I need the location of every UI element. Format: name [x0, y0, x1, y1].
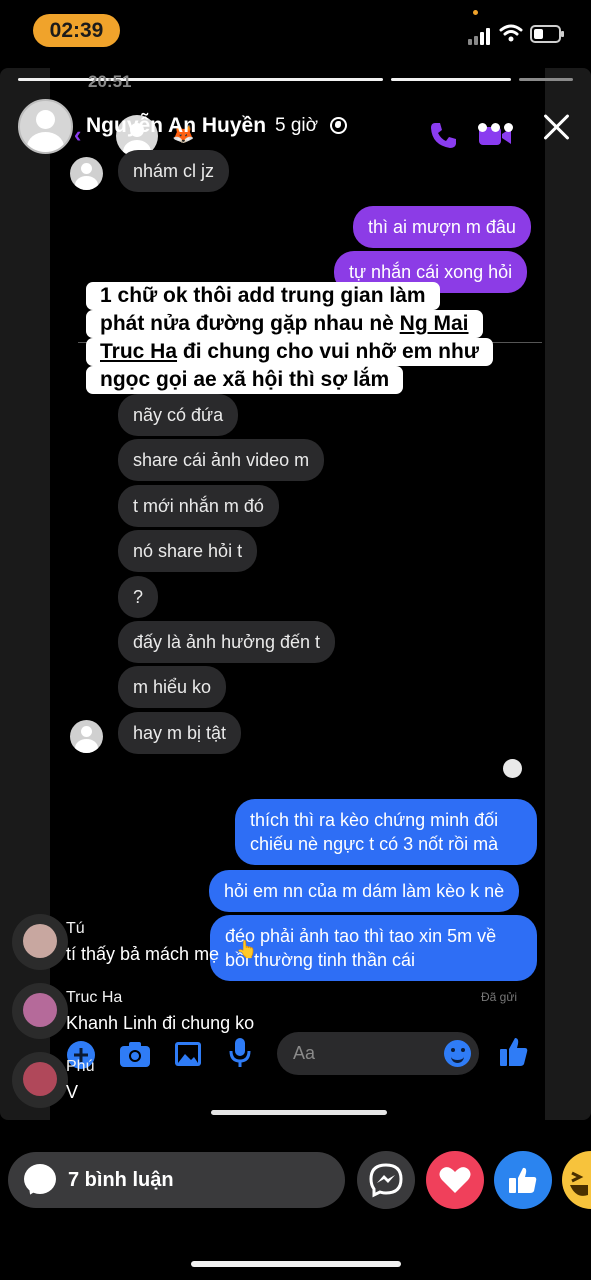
close-icon[interactable]: [541, 112, 571, 142]
sent-message: hỏi em nn của m dám làm kèo k nè: [209, 870, 520, 912]
received-message: ?: [118, 576, 159, 618]
heart-icon: [439, 1167, 471, 1193]
caption-line: ngọc gọi ae xã hội thì sợ lắm: [86, 366, 404, 394]
comment-bubble-icon: [24, 1164, 56, 1194]
comment-text: V: [66, 1082, 79, 1102]
messenger-share-button[interactable]: [357, 1151, 415, 1209]
story-progress-segment: [18, 78, 383, 81]
smiley-icon: [444, 1040, 471, 1067]
received-message: hay m bị tật: [118, 712, 242, 754]
comment-text: Khanh Linh đi chung ko: [66, 1013, 255, 1033]
commenter-avatar[interactable]: [12, 983, 68, 1039]
camera-icon: [120, 1042, 150, 1067]
sent-message: thì ai mượn m đâu: [353, 206, 531, 248]
finger-emoji: 👆: [236, 940, 258, 959]
story-owner-name[interactable]: Nguyễn An Huyền: [86, 114, 266, 138]
caption-line: Truc Ha đi chung cho vui nhỡ em như: [86, 338, 493, 366]
caption-line: phát nửa đường gặp nhau nè Ng Mai: [86, 310, 483, 338]
caption-text: phát nửa đường gặp nhau nè: [100, 312, 400, 335]
comment-count: 7 bình luận: [68, 1169, 174, 1191]
mention-link[interactable]: Truc Ha: [100, 340, 177, 363]
story-progress-segment: [519, 78, 573, 81]
like-thumb-icon: [500, 1038, 528, 1066]
seen-indicator: [503, 759, 522, 778]
battery-icon: [530, 25, 564, 43]
sent-message: đéo phải ảnh tao thì tao xin 5m về bồi t…: [210, 915, 537, 981]
chat-back-icon: ‹: [74, 122, 82, 147]
story-owner-avatar[interactable]: [18, 99, 73, 154]
call-icon: [431, 123, 456, 148]
signal-icon: [468, 27, 494, 45]
screenshot-home-indicator: [211, 1110, 387, 1115]
caption-text: đi chung cho vui nhỡ em như: [177, 340, 479, 363]
commenter-name[interactable]: Phú: [66, 1058, 94, 1076]
received-message: đấy là ảnh hưởng đến t: [118, 621, 335, 663]
screenshot-time: 20:51: [88, 72, 132, 91]
gallery-icon: [175, 1042, 201, 1066]
globe-icon: [330, 117, 347, 134]
like-thumb-icon: [509, 1167, 537, 1193]
received-message: nãy có đứa: [118, 394, 239, 436]
haha-reaction-button[interactable]: [562, 1151, 591, 1209]
home-indicator[interactable]: [191, 1261, 401, 1267]
story-posted-time: 5 giờ: [275, 115, 319, 136]
sent-message: thích thì ra kèo chứng minh đối chiếu nè…: [235, 799, 537, 865]
status-bar: 02:39: [0, 0, 591, 62]
messenger-icon: [369, 1163, 403, 1198]
clock-pill[interactable]: 02:39: [33, 14, 120, 47]
love-reaction-button[interactable]: [426, 1151, 484, 1209]
commenter-name[interactable]: Tú: [66, 920, 85, 938]
commenter-avatar[interactable]: [12, 1052, 68, 1108]
comment-text: tí thấy bả mách mẹ: [66, 944, 220, 964]
delivery-status: Đã gửi: [481, 990, 518, 1004]
contact-avatar: [70, 157, 103, 190]
more-icon[interactable]: [478, 123, 514, 133]
haha-icon: [570, 1171, 588, 1196]
received-message: nhám cl jz: [118, 150, 230, 192]
mic-icon: [229, 1038, 251, 1067]
received-message: m hiểu ko: [118, 666, 227, 708]
like-reaction-button[interactable]: [494, 1151, 552, 1209]
story-progress-segment: [391, 78, 511, 81]
comments-button[interactable]: 7 bình luận: [8, 1152, 345, 1208]
received-message: share cái ảnh video m: [118, 439, 325, 481]
commenter-avatar[interactable]: [12, 914, 68, 970]
commenter-name[interactable]: Truc Ha: [66, 989, 122, 1007]
received-message: nó share hỏi t: [118, 530, 258, 572]
privacy-indicator-dot: [473, 10, 478, 15]
contact-avatar: [70, 720, 103, 753]
wifi-icon: [499, 24, 523, 42]
received-message: t mới nhắn m đó: [118, 485, 279, 527]
caption-line: 1 chữ ok thôi add trung gian làm: [86, 282, 440, 310]
mention-link[interactable]: Ng Mai: [400, 312, 469, 335]
story-caption-sticker: 1 chữ ok thôi add trung gian làm phát nử…: [86, 282, 511, 394]
